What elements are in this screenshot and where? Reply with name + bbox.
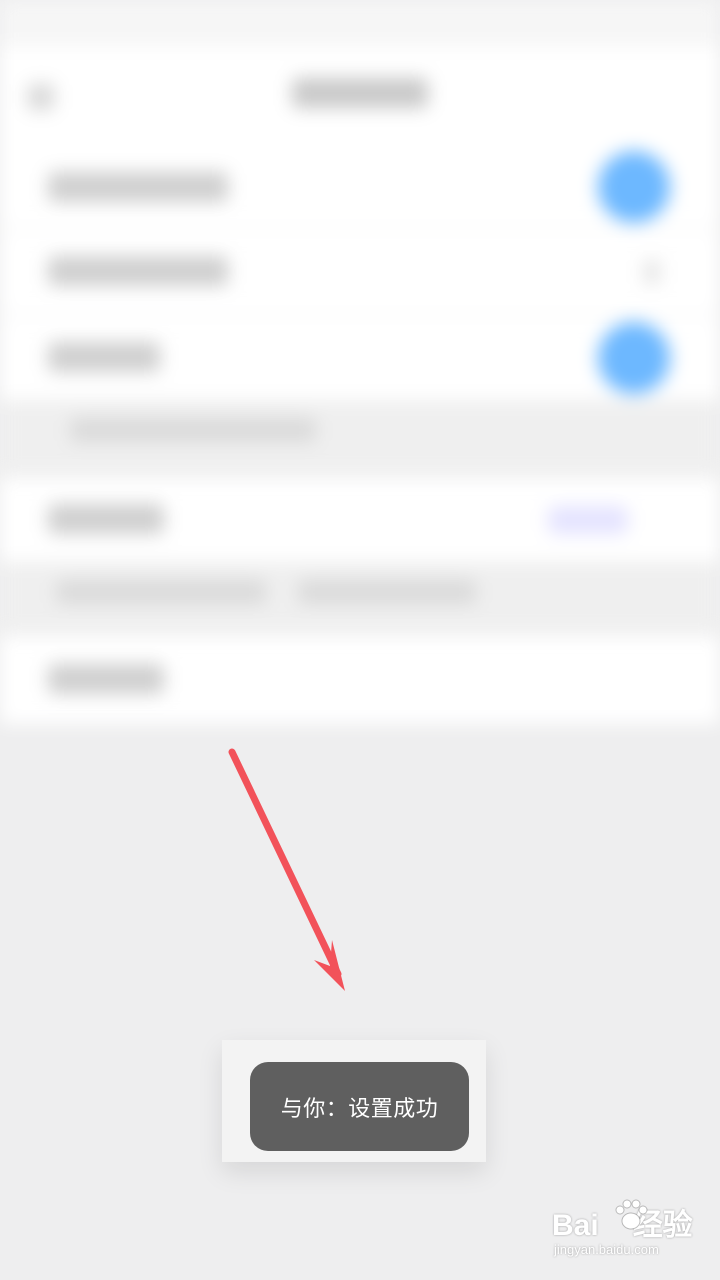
hint-text	[70, 418, 316, 442]
status-bar	[0, 0, 720, 46]
toggle-switch-icon[interactable]	[598, 151, 670, 223]
paw-icon	[615, 1199, 648, 1230]
watermark-url: jingyan.baidu.com	[554, 1242, 659, 1257]
setting-row-3[interactable]	[0, 316, 720, 400]
arrow-head	[314, 940, 345, 991]
chevron-right-icon	[644, 260, 660, 284]
blurred-settings-page	[0, 0, 720, 760]
back-icon[interactable]	[28, 84, 54, 110]
hint-band-2	[0, 562, 720, 634]
setting-row-3-label	[48, 342, 160, 372]
setting-row-1[interactable]	[0, 146, 720, 228]
watermark-brand-left: Bai	[552, 1209, 599, 1242]
baidu-jingyan-watermark: Bai 经验 jingyan.baidu.com	[552, 1199, 712, 1266]
setting-row-5-label	[48, 664, 164, 694]
setting-row-2[interactable]	[0, 230, 720, 314]
hint-band-1	[0, 400, 720, 476]
page-title	[292, 78, 428, 108]
toast-message: 与你：设置成功	[280, 1096, 439, 1122]
hint-text	[56, 580, 266, 604]
setting-row-5[interactable]	[0, 636, 720, 724]
setting-row-4[interactable]	[0, 478, 720, 562]
arrow-shaft	[228, 748, 342, 978]
value-chip	[548, 506, 628, 534]
hint-text	[298, 580, 476, 604]
screen: 与你：设置成功 Bai 经验 jingyan.baidu.com	[0, 0, 720, 1280]
setting-row-2-label	[48, 256, 228, 286]
toggle-switch-icon[interactable]	[598, 322, 670, 394]
toast: 与你：设置成功	[250, 1062, 469, 1151]
setting-row-4-label	[48, 504, 164, 534]
setting-row-1-label	[48, 172, 228, 202]
